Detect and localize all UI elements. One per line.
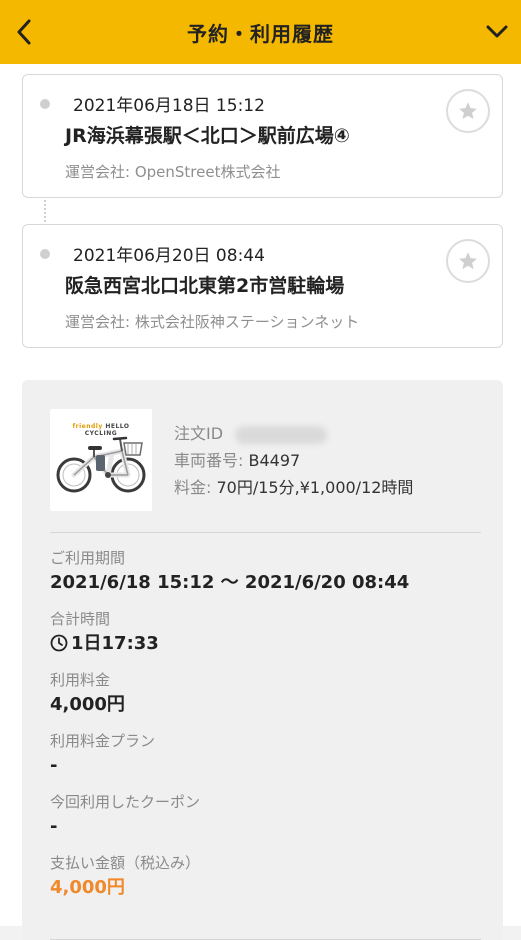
bike-image: friendly HELLO CYCLING	[50, 409, 152, 511]
timeline-dot	[40, 249, 50, 259]
fee-plan-label: 利用料金プラン	[50, 732, 156, 750]
star-icon	[459, 102, 477, 120]
total-time-label: 合計時間	[50, 610, 111, 628]
return-datetime: 2021年06月20日 08:44	[73, 246, 265, 266]
dropdown-button[interactable]	[473, 0, 521, 64]
order-id-redacted	[235, 425, 328, 444]
timeline-dot	[40, 99, 50, 109]
back-button[interactable]	[0, 0, 48, 64]
fee-value: 4,000円	[50, 694, 125, 715]
clock-icon	[50, 634, 68, 652]
divider	[50, 532, 481, 533]
payment-amount-value: 4,000円	[50, 877, 125, 898]
order-id-row: 注文ID	[174, 420, 413, 447]
usage-info-list: ご利用期間 2021/6/18 15:12 〜 2021/6/20 08:44 …	[50, 548, 480, 914]
departure-station-name: JR海浜幕張駅＜北口＞駅前広場④	[65, 125, 350, 147]
usage-period-value: 2021/6/18 15:12 〜 2021/6/20 08:44	[50, 572, 410, 593]
vehicle-number-row: 車両番号: B4497	[174, 447, 413, 474]
price-value: 70円/15分,¥1,000/12時間	[216, 478, 414, 497]
coupon-label: 今回利用したクーポン	[50, 793, 201, 811]
return-station-name: 阪急西宮北口北東第2市営駐輪場	[65, 275, 345, 297]
favorite-button[interactable]	[446, 239, 490, 283]
order-info: 注文ID 車両番号: B4497 料金: 70円/15分,¥1,000/12時間	[174, 420, 413, 501]
bicycle-icon	[56, 436, 146, 493]
total-time-row: 1日17:33	[50, 629, 480, 659]
payment-amount-label: 支払い金額（税込み）	[50, 854, 201, 872]
return-station-card[interactable]: 2021年06月20日 08:44 阪急西宮北口北東第2市営駐輪場 運営会社: …	[22, 224, 503, 348]
order-id-label: 注文ID	[174, 424, 224, 443]
fee-label: 利用料金	[50, 671, 111, 689]
chevron-left-icon	[17, 19, 31, 45]
star-icon	[459, 252, 477, 270]
usage-period-label: ご利用期間	[50, 549, 126, 567]
departure-datetime: 2021年06月18日 15:12	[73, 96, 265, 116]
history-content: 2021年06月18日 15:12 JR海浜幕張駅＜北口＞駅前広場④ 運営会社:…	[0, 64, 521, 940]
coupon-value: -	[50, 816, 58, 837]
vehicle-number-value: B4497	[248, 451, 301, 470]
fee-plan-value: -	[50, 755, 58, 776]
price-row: 料金: 70円/15分,¥1,000/12時間	[174, 474, 413, 501]
usage-detail-panel: friendly HELLO CYCLING 注文ID 車両番号: B4497 …	[22, 380, 503, 940]
price-label: 料金:	[174, 478, 212, 497]
vehicle-number-label: 車両番号:	[174, 451, 244, 470]
favorite-button[interactable]	[446, 89, 490, 133]
return-operator: 運営会社: 株式会社阪神ステーションネット	[65, 313, 360, 331]
chevron-down-icon	[486, 25, 508, 38]
total-time-value: 1日17:33	[71, 633, 159, 654]
departure-operator: 運営会社: OpenStreet株式会社	[65, 163, 281, 181]
page-title: 予約・利用履歴	[187, 21, 334, 46]
departure-station-card[interactable]: 2021年06月18日 15:12 JR海浜幕張駅＜北口＞駅前広場④ 運営会社:…	[22, 74, 503, 198]
app-header: 予約・利用履歴	[0, 0, 521, 64]
